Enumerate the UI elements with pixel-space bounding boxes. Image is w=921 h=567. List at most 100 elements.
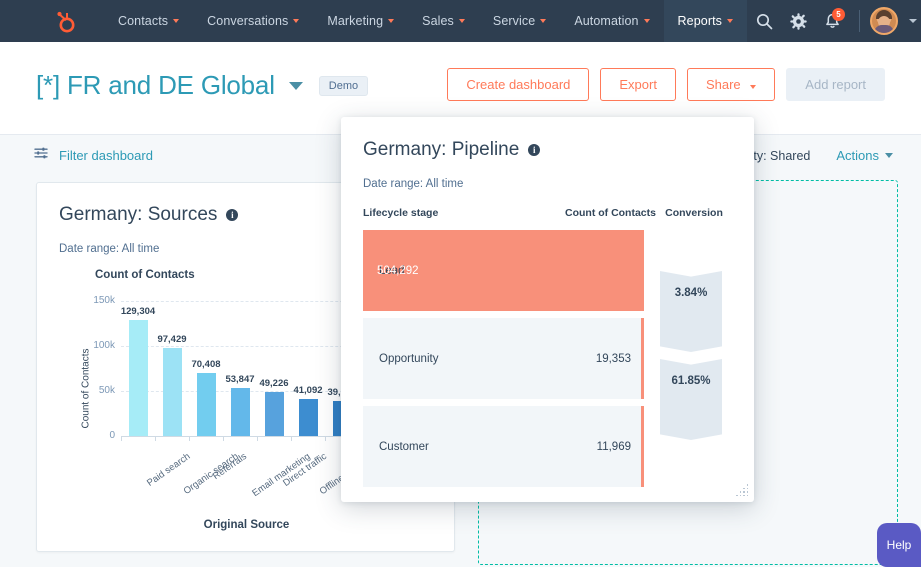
funnel-row[interactable]: Customer 11,969: [363, 406, 741, 487]
funnel-count-label: 504,292: [377, 264, 419, 277]
share-button[interactable]: Share: [686, 68, 776, 101]
nav-right-actions: 5: [747, 0, 921, 42]
avatar[interactable]: [870, 7, 899, 35]
page-title[interactable]: [*] FR and DE Global: [36, 70, 275, 101]
help-label: Help: [886, 538, 912, 552]
nav-item-label: Marketing: [327, 14, 384, 28]
card-title-text: Germany: Sources: [59, 204, 218, 225]
export-button[interactable]: Export: [600, 68, 676, 101]
avatar-body: [874, 25, 895, 33]
modal-date-range: Date range: All time: [363, 178, 464, 190]
column-header-count: Count of Contacts: [565, 207, 656, 219]
hubspot-dashboard-page: Contacts Conversations Marketing Sales S…: [0, 0, 921, 567]
actions-label: Actions: [836, 148, 879, 163]
x-tick: [291, 436, 292, 441]
funnel-bar[interactable]: [641, 318, 644, 399]
bar[interactable]: [264, 391, 284, 436]
sliders-icon: [34, 146, 48, 165]
filter-dashboard-label: Filter dashboard: [59, 148, 153, 163]
nav-item-sales[interactable]: Sales: [408, 0, 479, 42]
bar-value-label: 97,429: [157, 334, 187, 346]
nav-item-contacts[interactable]: Contacts: [104, 0, 193, 42]
bar-column[interactable]: 41,092: [291, 301, 325, 436]
report-modal-germany-pipeline[interactable]: Germany: Pipeline i Date range: All time…: [341, 117, 754, 502]
bar[interactable]: [128, 319, 148, 436]
x-tick: [223, 436, 224, 441]
resize-dot: [743, 487, 745, 490]
chevron-down-icon: [458, 19, 465, 23]
nav-item-label: Service: [492, 14, 536, 28]
x-tick-label: Paid search: [145, 451, 193, 489]
x-tick: [189, 436, 190, 441]
status-badge: Demo: [318, 75, 369, 96]
button-label: Create dashboard: [466, 77, 571, 92]
chevron-down-icon: [173, 19, 180, 23]
resize-handle[interactable]: [735, 483, 748, 496]
modal-title-text: Germany: Pipeline: [363, 139, 520, 160]
create-dashboard-button[interactable]: Create dashboard: [447, 68, 590, 101]
button-label: Add report: [805, 77, 866, 92]
y-tick-label: 50k: [98, 385, 115, 396]
nav-item-label: Reports: [677, 14, 723, 28]
hubspot-logo[interactable]: [50, 7, 78, 35]
filter-dashboard-button[interactable]: Filter dashboard: [34, 146, 153, 165]
bar-column[interactable]: 53,847: [223, 301, 257, 436]
nav-item-service[interactable]: Service: [479, 0, 560, 42]
bar[interactable]: [196, 372, 216, 436]
dashboard-title-row: [*] FR and DE Global Demo: [36, 70, 369, 101]
resize-dot: [746, 484, 748, 486]
nav-item-marketing[interactable]: Marketing: [313, 0, 408, 42]
chevron-down-icon: [750, 85, 757, 89]
bar-column[interactable]: 129,304: [121, 301, 155, 436]
chevron-down-icon[interactable]: [909, 19, 918, 23]
bar-column[interactable]: 49,226: [257, 301, 291, 436]
nav-item-label: Automation: [574, 14, 639, 28]
funnel-chart: Lead 504,292 3.84% Opportunity 19,353 61.85% C…: [363, 230, 741, 494]
x-tick: [155, 436, 156, 441]
nav-item-reports[interactable]: Reports: [663, 0, 748, 42]
y-tick-label: 150k: [93, 295, 115, 306]
bar-value-label: 70,408: [191, 358, 221, 370]
funnel-bar[interactable]: [641, 406, 644, 487]
funnel-count-label: 19,353: [595, 352, 631, 365]
add-report-button[interactable]: Add report: [786, 68, 885, 101]
top-navigation-bar: Contacts Conversations Marketing Sales S…: [0, 0, 921, 42]
bar-value-label: 53,847: [225, 373, 255, 385]
info-icon[interactable]: i: [528, 144, 541, 156]
chevron-down-icon[interactable]: [288, 81, 303, 90]
bar[interactable]: [162, 348, 182, 436]
resize-dot: [746, 487, 748, 490]
modal-title: Germany: Pipeline i: [363, 139, 754, 161]
funnel-table-header: Lifecycle stage Count of Contacts Conver…: [363, 207, 732, 219]
nav-item-label: Contacts: [118, 14, 169, 28]
nav-item-automation[interactable]: Automation: [560, 0, 663, 42]
nav-divider: [859, 10, 861, 32]
nav-item-label: Sales: [422, 14, 454, 28]
nav-item-label: Conversations: [207, 14, 289, 28]
bar-value-label: 49,226: [259, 377, 289, 389]
search-icon[interactable]: [747, 0, 781, 42]
chevron-down-icon: [540, 19, 547, 23]
resize-dot: [739, 491, 742, 493]
bar[interactable]: [298, 399, 318, 436]
bar[interactable]: [230, 387, 250, 436]
funnel-row[interactable]: Lead 504,292 3.84%: [363, 230, 741, 352]
resize-dot: [739, 494, 742, 496]
gear-icon[interactable]: [781, 0, 815, 42]
actions-menu-button[interactable]: Actions: [836, 148, 893, 163]
bar-column[interactable]: 97,429: [155, 301, 189, 436]
y-tick-label: 0: [109, 430, 115, 441]
chevron-down-icon: [293, 19, 300, 23]
x-tick: [325, 436, 326, 441]
bell-icon[interactable]: 5: [815, 0, 849, 42]
nav-menu: Contacts Conversations Marketing Sales S…: [104, 0, 748, 42]
funnel-row[interactable]: Opportunity 19,353 61.85%: [363, 318, 741, 440]
x-tick: [257, 436, 258, 441]
chevron-down-icon: [388, 19, 395, 23]
nav-item-conversations[interactable]: Conversations: [193, 0, 313, 42]
bar-column[interactable]: 70,408: [189, 301, 223, 436]
info-icon[interactable]: i: [226, 209, 239, 221]
help-button[interactable]: Help: [877, 523, 921, 567]
resize-dot: [746, 491, 748, 493]
column-header-conversion: Conversion: [665, 207, 723, 219]
